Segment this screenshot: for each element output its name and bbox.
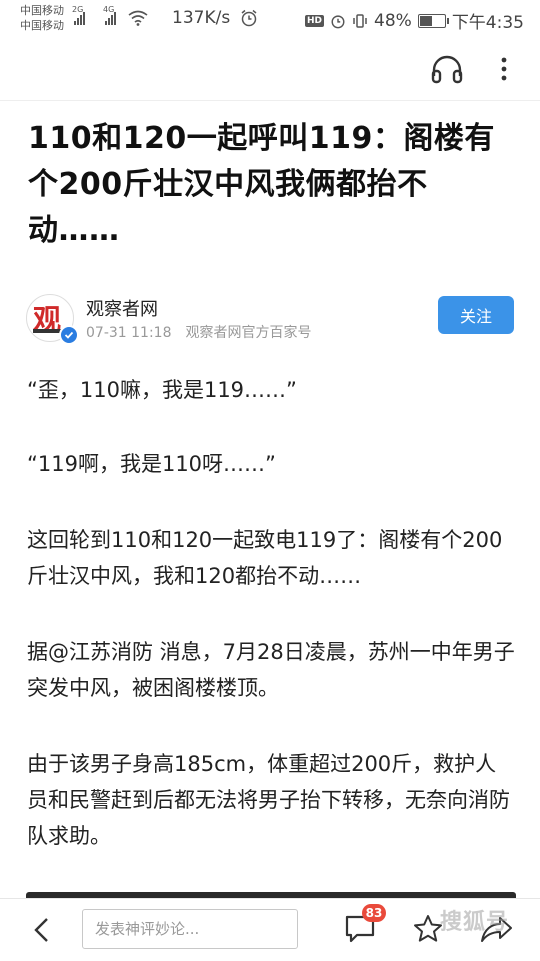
watermark: 搜狐号: [440, 910, 510, 935]
status-bar: 中国移动 中国移动 2G 4G 137K/s HD 48% 下午4:35: [0, 0, 540, 36]
wifi-icon: [128, 10, 148, 26]
network-1-label: 2G: [72, 5, 84, 14]
battery-icon: [417, 13, 449, 28]
follow-button[interactable]: 关注: [438, 296, 514, 334]
network-indicators: 2G 4G 137K/s: [72, 5, 258, 28]
hd-badge: HD: [305, 14, 325, 27]
paragraph-1: “歪，110嘛，我是119……”: [27, 378, 297, 402]
author-row: 观 观察者网 07-31 11:18 观察者网官方百家号 关注: [26, 292, 516, 346]
verified-icon: [59, 325, 79, 345]
app-bar: [0, 36, 540, 101]
carrier-labels: 中国移动 中国移动: [20, 3, 64, 33]
publish-date: 07-31 11:18: [86, 325, 172, 341]
author-meta: 07-31 11:18 观察者网官方百家号: [86, 322, 325, 342]
alarm-icon: [241, 9, 257, 27]
battery-percent: 48%: [374, 10, 412, 31]
paragraph-2: “119啊，我是110呀……”: [27, 452, 276, 476]
paragraph-3: 这回轮到110和120一起致电119了：阁楼有个200斤壮汉中风，我和120都抬…: [27, 528, 503, 588]
signal-2-icon: 4G: [103, 5, 116, 25]
net-speed: 137K/s: [172, 8, 231, 28]
author-name[interactable]: 观察者网: [86, 295, 158, 321]
comment-count-badge: 83: [362, 904, 386, 922]
signal-1-icon: 2G: [72, 5, 85, 25]
back-arrow-icon[interactable]: [28, 915, 56, 945]
vibrate-icon: [353, 13, 367, 28]
headphones-icon[interactable]: [430, 54, 464, 84]
more-vertical-icon[interactable]: [493, 54, 515, 84]
carrier-2: 中国移动: [20, 19, 64, 32]
carrier-1: 中国移动: [20, 4, 64, 17]
paragraph-5: 由于该男子身高185cm，体重超过200斤，救护人员和民警赶到后都无法将男子抬下…: [27, 752, 510, 848]
author-source: 观察者网官方百家号: [185, 325, 312, 341]
clock: 下午4:35: [451, 13, 524, 33]
paragraph-4: 据@江苏消防 消息，7月28日凌晨，苏州一中年男子突发中风，被困阁楼楼顶。: [27, 640, 515, 700]
comment-input[interactable]: [82, 909, 298, 949]
network-2-label: 4G: [103, 5, 115, 14]
article-title: 110和120一起呼叫119：阁楼有个200斤壮汉中风我俩都抬不动……: [28, 121, 495, 248]
alarm-small-icon: [331, 14, 345, 28]
system-indicators: HD 48% 下午4:35: [305, 8, 524, 33]
